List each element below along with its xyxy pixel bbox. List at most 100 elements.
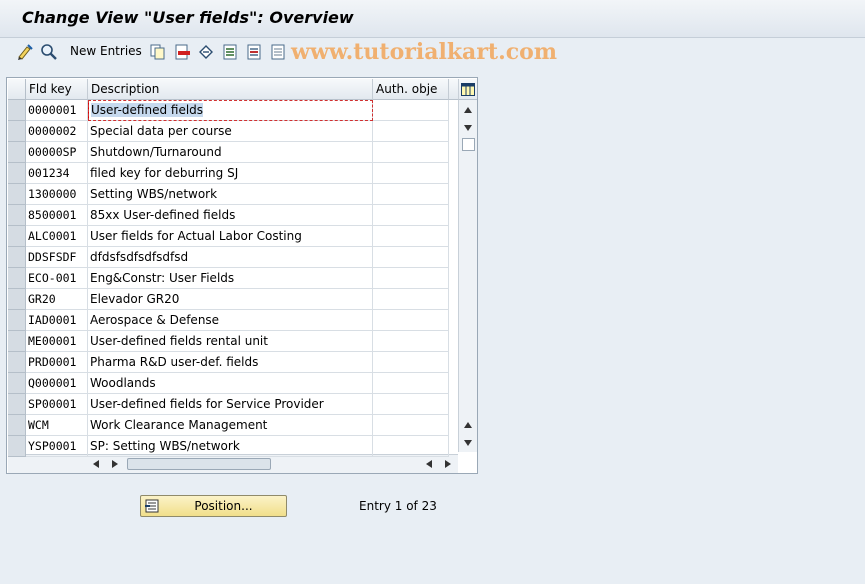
cell-auth-object[interactable]	[373, 184, 449, 205]
table-row[interactable]: PRD0001 Pharma R&D user-def. fields	[26, 352, 449, 373]
cell-auth-object[interactable]	[373, 394, 449, 415]
new-entries-button[interactable]: New Entries	[70, 44, 142, 58]
cell-fld-key[interactable]: WCM	[26, 415, 88, 436]
scroll-left-end-icon[interactable]	[426, 460, 432, 468]
cell-fld-key[interactable]: SP00001	[26, 394, 88, 415]
cell-auth-object[interactable]	[373, 310, 449, 331]
copy-icon[interactable]	[148, 42, 167, 61]
scroll-right-end-icon[interactable]	[445, 460, 451, 468]
row-selector[interactable]	[8, 310, 26, 331]
cell-description[interactable]: Setting WBS/network	[88, 184, 373, 205]
cell-auth-object[interactable]	[373, 331, 449, 352]
deselect-all-icon[interactable]	[268, 42, 287, 61]
cell-description[interactable]: User-defined fields for Service Provider	[88, 394, 373, 415]
table-row[interactable]: 1300000 Setting WBS/network	[26, 184, 449, 205]
table-row[interactable]: YSP0001 SP: Setting WBS/network	[26, 436, 449, 457]
select-all-icon[interactable]	[220, 42, 239, 61]
scroll-thumb[interactable]	[462, 138, 475, 151]
cell-fld-key[interactable]: Q000001	[26, 373, 88, 394]
cell-fld-key[interactable]: IAD0001	[26, 310, 88, 331]
table-row[interactable]: SP00001 User-defined fields for Service P…	[26, 394, 449, 415]
row-selector[interactable]	[8, 205, 26, 226]
cell-fld-key[interactable]: 1300000	[26, 184, 88, 205]
cell-description[interactable]: User fields for Actual Labor Costing	[88, 226, 373, 247]
row-selector[interactable]	[8, 352, 26, 373]
cell-description[interactable]: Eng&Constr: User Fields	[88, 268, 373, 289]
cell-description[interactable]: 85xx User-defined fields	[88, 205, 373, 226]
table-row[interactable]: ECO-001 Eng&Constr: User Fields	[26, 268, 449, 289]
table-row[interactable]: 00000SP Shutdown/Turnaround	[26, 142, 449, 163]
cell-auth-object[interactable]	[373, 436, 449, 457]
cell-auth-object[interactable]	[373, 226, 449, 247]
cell-auth-object[interactable]	[373, 289, 449, 310]
cell-fld-key[interactable]: ME00001	[26, 331, 88, 352]
cell-auth-object[interactable]	[373, 268, 449, 289]
row-selector[interactable]	[8, 331, 26, 352]
cell-fld-key[interactable]: ALC0001	[26, 226, 88, 247]
horizontal-scroll-thumb[interactable]	[127, 458, 271, 470]
table-row[interactable]: DDSFSDF dfdsfsdfsdfsdfsd	[26, 247, 449, 268]
row-selector[interactable]	[8, 415, 26, 436]
cell-description[interactable]: Work Clearance Management	[88, 415, 373, 436]
column-header-fld-key[interactable]: Fld key	[26, 79, 88, 100]
cell-fld-key[interactable]: GR20	[26, 289, 88, 310]
table-row[interactable]: 8500001 85xx User-defined fields	[26, 205, 449, 226]
edit-icon[interactable]	[15, 42, 34, 61]
position-button[interactable]: Position...	[140, 495, 287, 517]
column-header-auth-object[interactable]: Auth. obje	[373, 79, 449, 100]
row-selector[interactable]	[8, 100, 26, 121]
cell-fld-key[interactable]: 0000001	[26, 100, 88, 121]
scroll-down-icon[interactable]	[464, 440, 472, 446]
table-row[interactable]: 001234 filed key for deburring SJ	[26, 163, 449, 184]
cell-description[interactable]: Special data per course	[88, 121, 373, 142]
row-selector[interactable]	[8, 184, 26, 205]
cell-fld-key[interactable]: YSP0001	[26, 436, 88, 457]
cell-fld-key[interactable]: 001234	[26, 163, 88, 184]
cell-auth-object[interactable]	[373, 100, 449, 121]
row-selector[interactable]	[8, 436, 26, 457]
cell-description[interactable]: Elevador GR20	[88, 289, 373, 310]
cell-description[interactable]: Aerospace & Defense	[88, 310, 373, 331]
cell-description[interactable]: Pharma R&D user-def. fields	[88, 352, 373, 373]
cell-fld-key[interactable]: ECO-001	[26, 268, 88, 289]
row-selector[interactable]	[8, 121, 26, 142]
display-icon[interactable]	[39, 42, 58, 61]
scroll-up-icon[interactable]	[464, 107, 472, 113]
row-selector[interactable]	[8, 226, 26, 247]
scroll-left-icon[interactable]	[93, 460, 99, 468]
cell-auth-object[interactable]	[373, 415, 449, 436]
vertical-scrollbar[interactable]	[458, 100, 477, 452]
cell-fld-key[interactable]: 8500001	[26, 205, 88, 226]
row-selector[interactable]	[8, 289, 26, 310]
page-down-icon[interactable]	[464, 125, 472, 131]
row-selector[interactable]	[8, 394, 26, 415]
cell-description[interactable]: dfdsfsdfsdfsdfsd	[88, 247, 373, 268]
table-row[interactable]: Q000001 Woodlands	[26, 373, 449, 394]
table-row[interactable]: GR20 Elevador GR20	[26, 289, 449, 310]
table-row[interactable]: ME00001 User-defined fields rental unit	[26, 331, 449, 352]
row-selector[interactable]	[8, 373, 26, 394]
delete-icon[interactable]	[172, 42, 191, 61]
undo-icon[interactable]	[196, 42, 215, 61]
row-selector[interactable]	[8, 268, 26, 289]
row-selector[interactable]	[8, 142, 26, 163]
scroll-right-icon[interactable]	[112, 460, 118, 468]
cell-description[interactable]: User-defined fields rental unit	[88, 331, 373, 352]
row-selector[interactable]	[8, 163, 26, 184]
cell-auth-object[interactable]	[373, 247, 449, 268]
column-header-description[interactable]: Description	[88, 79, 373, 100]
table-row[interactable]: 0000002 Special data per course	[26, 121, 449, 142]
cell-auth-object[interactable]	[373, 352, 449, 373]
column-settings-icon[interactable]	[458, 79, 477, 100]
cell-fld-key[interactable]: 00000SP	[26, 142, 88, 163]
row-selector[interactable]	[8, 247, 26, 268]
cell-auth-object[interactable]	[373, 121, 449, 142]
table-row[interactable]: IAD0001 Aerospace & Defense	[26, 310, 449, 331]
page-up-icon[interactable]	[464, 422, 472, 428]
cell-auth-object[interactable]	[373, 373, 449, 394]
cell-auth-object[interactable]	[373, 163, 449, 184]
cell-fld-key[interactable]: 0000002	[26, 121, 88, 142]
cell-fld-key[interactable]: PRD0001	[26, 352, 88, 373]
table-row[interactable]: WCM Work Clearance Management	[26, 415, 449, 436]
select-block-icon[interactable]	[244, 42, 263, 61]
